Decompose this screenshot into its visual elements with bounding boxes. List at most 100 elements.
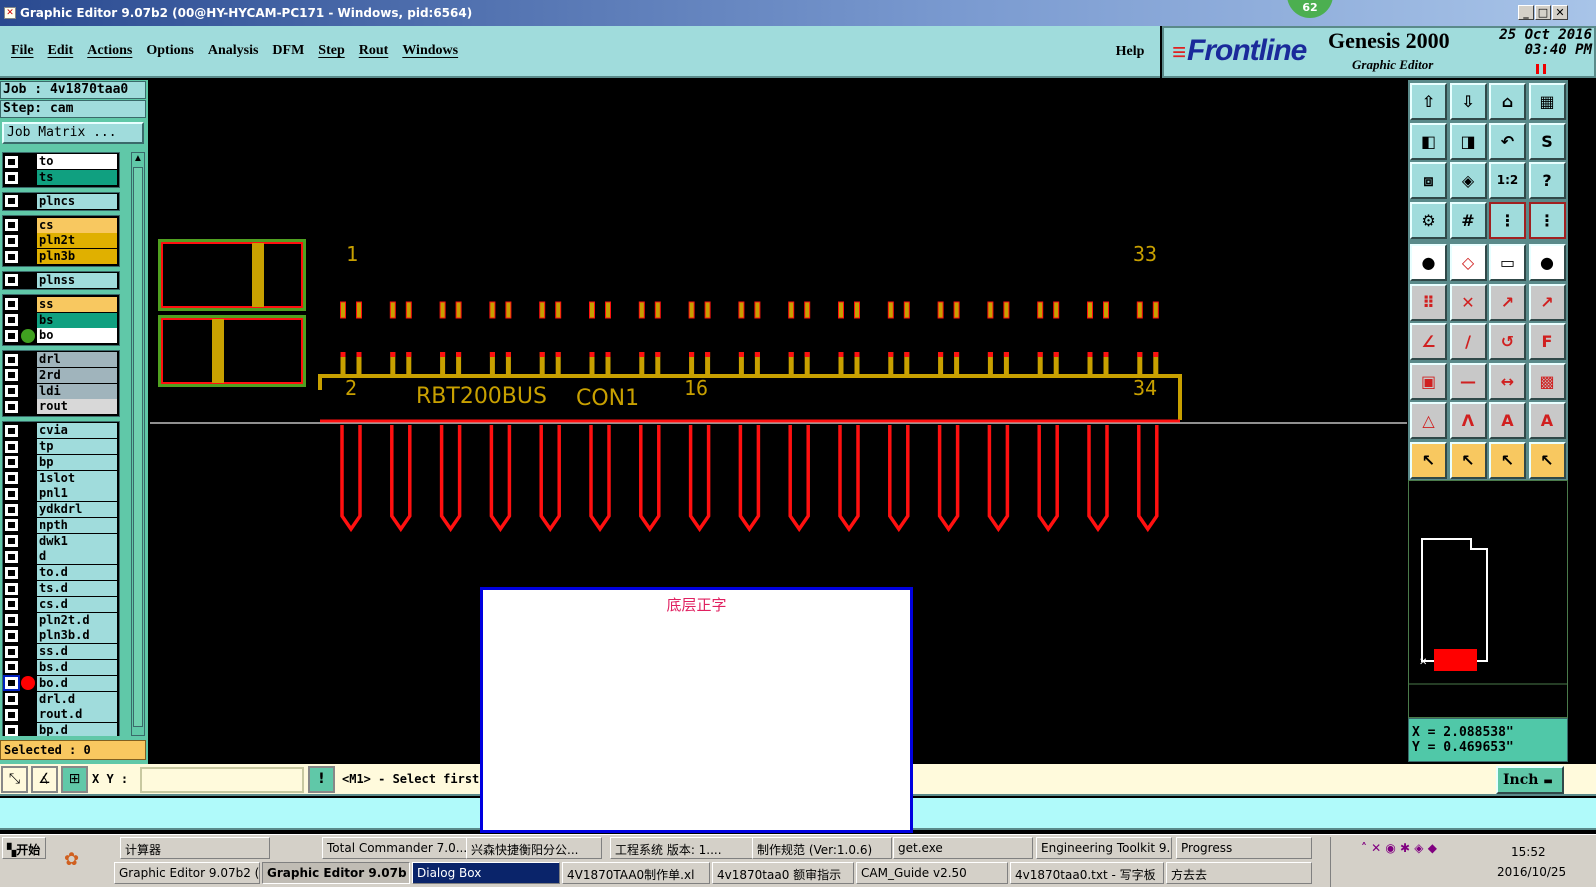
layer-name[interactable]: plnss: [37, 272, 117, 288]
start-button[interactable]: ▚开始: [2, 837, 46, 859]
undo-zoom-icon[interactable]: ↶: [1489, 122, 1526, 160]
layer-name[interactable]: 2rd: [37, 367, 117, 383]
taskbar-button[interactable]: 4V1870TAA0制作单.xl: [562, 862, 710, 884]
taskbar-button[interactable]: Progress: [1176, 837, 1312, 859]
layer-row-bs[interactable]: bs: [5, 312, 117, 328]
menu-file[interactable]: File: [11, 43, 34, 59]
select-box-icon[interactable]: ↖: [1449, 441, 1487, 479]
layer-row-ss.d[interactable]: ss.d: [5, 644, 117, 660]
layer-name[interactable]: ts.d: [37, 581, 117, 597]
transform-icon[interactable]: ◇: [1449, 244, 1487, 281]
layer-name[interactable]: bo.d: [37, 675, 117, 691]
layer-checkbox[interactable]: [5, 353, 18, 366]
layer-checkbox[interactable]: [5, 456, 18, 469]
taskbar-button[interactable]: Graphic Editor 9.07b2 (: [114, 862, 260, 884]
layer-name[interactable]: cvia: [37, 423, 117, 439]
angle-icon[interactable]: ∡: [31, 766, 58, 793]
layer-row-cvia[interactable]: cvia: [5, 423, 117, 439]
layer-row-d[interactable]: d: [5, 549, 117, 565]
layer-checkbox[interactable]: [5, 234, 18, 247]
move-node-2-icon[interactable]: ↗: [1528, 283, 1566, 321]
taskbar-button[interactable]: 工程系统 版本: 1....: [610, 837, 754, 859]
triangle-4-icon[interactable]: A: [1528, 402, 1566, 439]
taskbar-button[interactable]: CAM_Guide v2.50: [856, 862, 1008, 884]
select-poly-icon[interactable]: ↖: [1489, 441, 1526, 479]
layer-checkbox[interactable]: [5, 298, 18, 311]
layer-row-bp.d[interactable]: bp.d: [5, 723, 117, 736]
layer-checkbox[interactable]: [5, 171, 18, 184]
taskbar-button[interactable]: 方去去: [1166, 862, 1312, 884]
taskbar-button[interactable]: 4v1870taa0 额审指示: [712, 862, 854, 884]
layer-checkbox[interactable]: [5, 629, 18, 642]
connect-icon[interactable]: ⠿: [1410, 283, 1447, 321]
layer-checkbox[interactable]: [5, 614, 18, 627]
layer-checkbox[interactable]: [5, 155, 18, 168]
pad-shape-icon[interactable]: ●: [1528, 244, 1566, 281]
layer-row-ldi[interactable]: ldi: [5, 383, 117, 399]
taskbar-button[interactable]: Dialog Box: [412, 862, 560, 884]
menu-actions[interactable]: Actions: [87, 43, 132, 59]
layer-checkbox[interactable]: [5, 400, 18, 413]
taskbar-button[interactable]: get.exe: [893, 837, 1033, 859]
taskbar-button[interactable]: Graphic Editor 9.07b: [262, 862, 410, 884]
layer-row-ts.d[interactable]: ts.d: [5, 581, 117, 597]
menu-help[interactable]: Help: [1100, 26, 1160, 78]
layer-checkbox[interactable]: [5, 724, 18, 736]
layer-row-ydkdrl[interactable]: ydkdrl: [5, 502, 117, 518]
layer-checkbox[interactable]: [5, 195, 18, 208]
taskbar-button[interactable]: 4v1870taa0.txt - 写字板: [1010, 862, 1164, 884]
xy-input[interactable]: [140, 767, 304, 793]
open-job-icon[interactable]: ⇧: [1410, 83, 1447, 120]
layer-name[interactable]: pnl1: [37, 486, 117, 502]
layer-name[interactable]: to.d: [37, 565, 117, 581]
layer-row-pln3b.d[interactable]: pln3b.d: [5, 628, 117, 644]
close-button[interactable]: ✕: [1552, 5, 1568, 20]
zoom-right-icon[interactable]: ◨: [1449, 122, 1487, 160]
layer-name[interactable]: rout.d: [37, 707, 117, 723]
layer-name[interactable]: pln3b.d: [37, 628, 117, 644]
layer-name[interactable]: drl.d: [37, 691, 117, 707]
exclaim-button[interactable]: !: [308, 766, 335, 793]
xy-grid-icon[interactable]: ▦: [1528, 83, 1566, 120]
taskbar-button[interactable]: 计算器: [120, 837, 270, 859]
mirror-icon[interactable]: F: [1528, 323, 1566, 360]
layer-checkbox[interactable]: [5, 487, 18, 500]
job-matrix-button[interactable]: Job Matrix ...: [2, 122, 144, 144]
layer-row-bp[interactable]: bp: [5, 454, 117, 471]
menu-windows[interactable]: Windows: [402, 43, 458, 59]
layer-row-2rd[interactable]: 2rd: [5, 367, 117, 384]
layer-row-ss[interactable]: ss: [5, 296, 117, 312]
select-net-icon[interactable]: ↖: [1528, 441, 1566, 479]
layer-checkbox[interactable]: [5, 472, 18, 485]
layer-checkbox[interactable]: [5, 250, 18, 263]
layer-name[interactable]: to: [37, 154, 117, 170]
zoom-center-icon[interactable]: ◈: [1449, 162, 1487, 199]
layer-row-drl[interactable]: drl: [5, 352, 117, 368]
layer-name[interactable]: bs.d: [37, 659, 117, 675]
layer-row-cs[interactable]: cs: [5, 217, 117, 233]
taskbar-button[interactable]: Total Commander 7.0...: [322, 837, 484, 859]
layer-name[interactable]: bs: [37, 312, 117, 328]
layer-checkbox[interactable]: [5, 329, 18, 342]
layer-row-plnss[interactable]: plnss: [5, 272, 117, 289]
layer-name[interactable]: d: [37, 549, 117, 565]
angle-line-icon[interactable]: ∠: [1410, 323, 1447, 360]
triangle-1-icon[interactable]: △: [1410, 402, 1447, 439]
zoom-diag-icon[interactable]: ⤡: [1, 766, 28, 793]
layer-checkbox[interactable]: [5, 424, 18, 437]
layer-name[interactable]: ss: [37, 296, 117, 312]
layer-row-dwk1[interactable]: dwk1: [5, 533, 117, 549]
layer-name[interactable]: pln2t.d: [37, 612, 117, 628]
pad-move-icon[interactable]: ▣: [1410, 362, 1447, 400]
measure-icon[interactable]: ▭: [1489, 244, 1526, 281]
grid-icon[interactable]: #: [1449, 201, 1487, 239]
layer-row-1slot[interactable]: 1slot: [5, 470, 117, 486]
layer-row-drl.d[interactable]: drl.d: [5, 691, 117, 707]
help-icon[interactable]: ?: [1528, 162, 1566, 199]
menu-options[interactable]: Options: [146, 43, 193, 59]
line-icon[interactable]: /: [1449, 323, 1487, 360]
layer-name[interactable]: cs.d: [37, 596, 117, 612]
layer-checkbox[interactable]: [5, 385, 18, 398]
layer-name[interactable]: bp.d: [37, 723, 117, 736]
layer-checkbox[interactable]: [5, 369, 18, 382]
